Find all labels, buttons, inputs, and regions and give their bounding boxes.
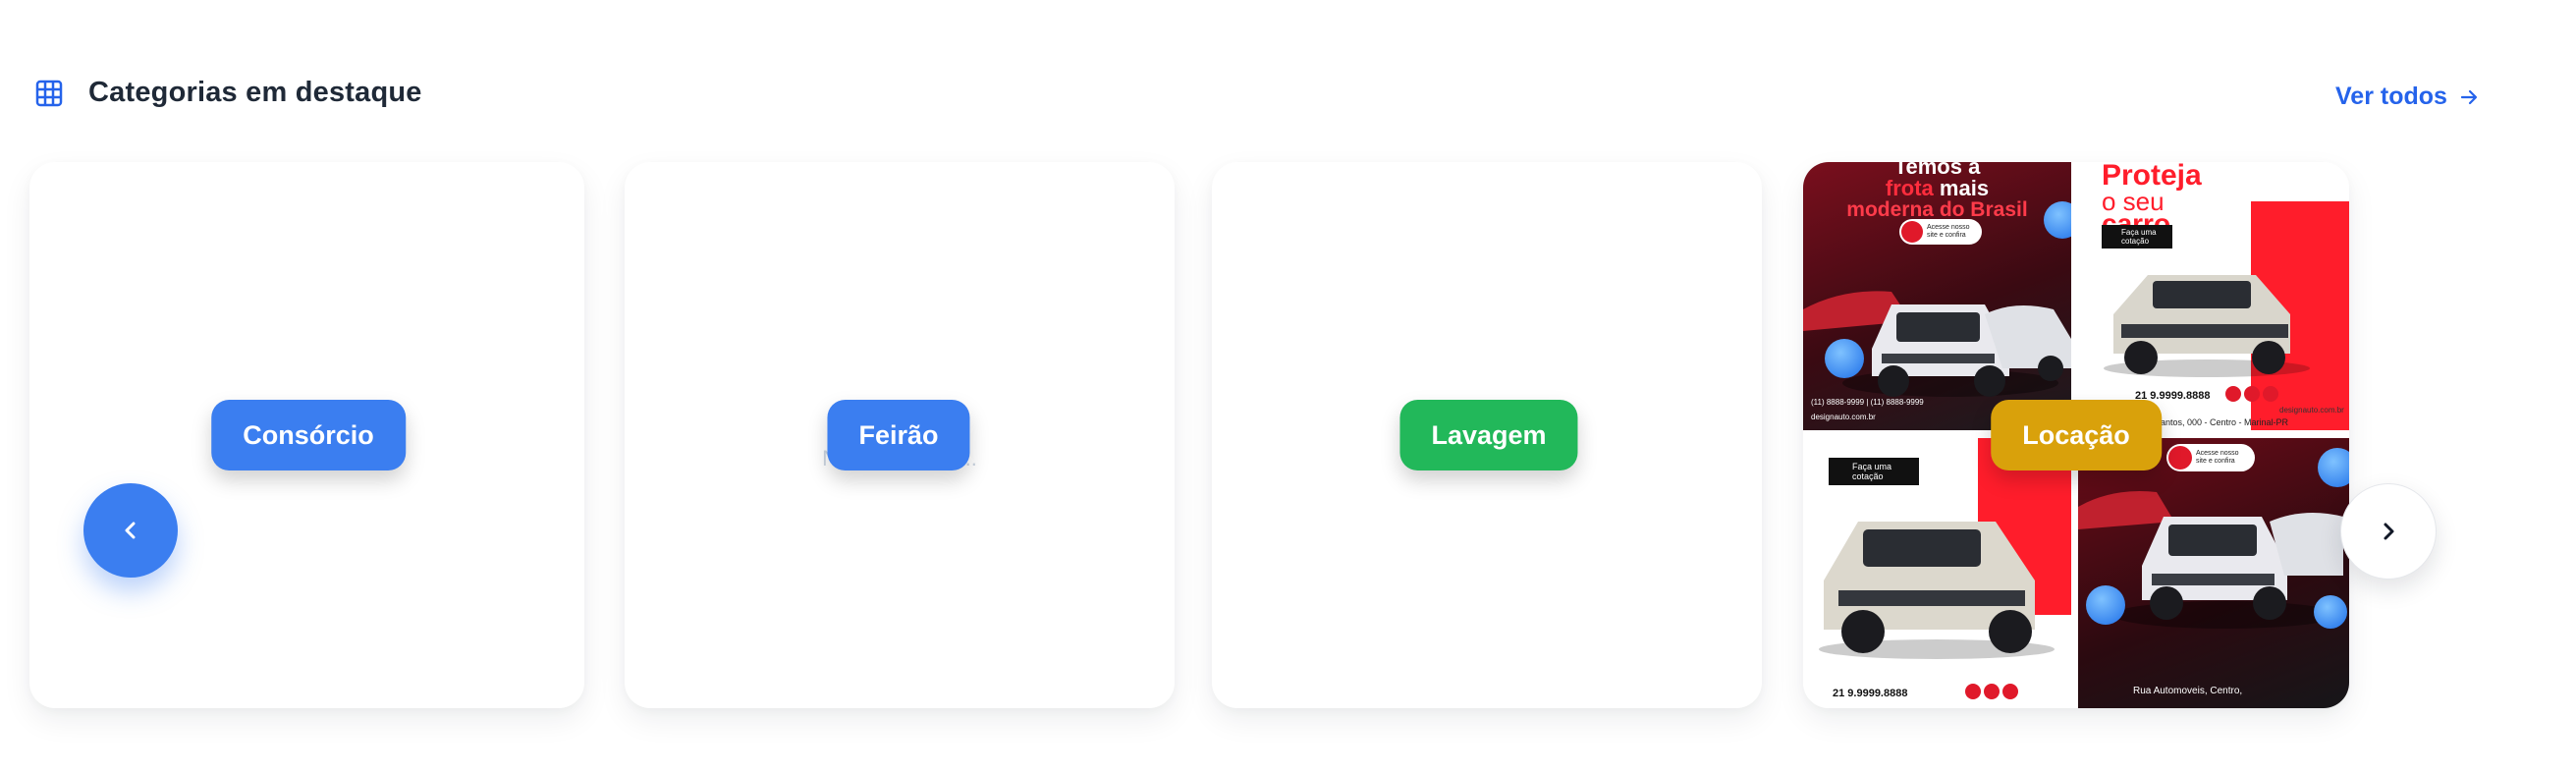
section-title: Categorias em destaque xyxy=(88,77,422,108)
like-icon xyxy=(2044,201,2071,239)
ad-cta-text: Acesse nosso site e confira xyxy=(2196,450,2239,465)
like-icon xyxy=(2314,595,2347,629)
like-icon xyxy=(1825,339,1864,378)
car-illustration xyxy=(1803,291,2071,397)
carousel-prev-button[interactable] xyxy=(83,483,178,578)
ad-text: mais xyxy=(1939,176,1990,200)
ad-text-line: frota mais xyxy=(1803,178,2071,199)
category-badge: Consórcio xyxy=(211,400,406,470)
chevron-right-icon xyxy=(2384,523,2394,540)
ad-tile: Acesse nosso site e confira Rua Automove… xyxy=(2078,438,2349,708)
ad-cta-text: Acesse nosso site e confira xyxy=(1927,224,1970,239)
car-illustration xyxy=(1819,522,2055,659)
see-all-link[interactable]: Ver todos xyxy=(2335,83,2479,111)
ad-tile: Proteja o seu carro Faça uma cotação 21 … xyxy=(2078,162,2349,430)
chevron-right-icon xyxy=(2168,446,2192,470)
category-card-feirao[interactable]: Novas loading... Feirão xyxy=(625,162,1175,708)
section-header: Categorias em destaque xyxy=(35,77,422,109)
ad-cta-pill: Acesse nosso site e confira xyxy=(1899,219,1982,245)
category-badge: Locação xyxy=(1991,400,2162,470)
car-illustration xyxy=(2104,275,2310,377)
youtube-icon xyxy=(2002,684,2018,699)
like-icon xyxy=(2086,585,2125,625)
arrow-right-icon xyxy=(2460,89,2478,104)
chevron-left-icon xyxy=(125,522,136,539)
facebook-icon xyxy=(2244,386,2260,402)
category-badge: Feirão xyxy=(827,400,970,470)
youtube-icon xyxy=(2263,386,2278,402)
instagram-icon xyxy=(1965,684,1981,699)
ad-text-highlight: frota xyxy=(1885,176,1934,200)
ad-cta-pill: Acesse nosso site e confira xyxy=(2166,444,2255,471)
chevron-right-icon xyxy=(1901,221,1923,243)
ad-cta-box: Faça uma cotação xyxy=(1829,458,1919,485)
category-card-consorcio[interactable]: Novas loading... Consórcio xyxy=(29,162,584,708)
instagram-icon xyxy=(2225,386,2241,402)
ad-tile: Faça uma cotação 21 9.9999.8888 xyxy=(1803,438,2071,708)
social-icons xyxy=(2225,386,2278,402)
ad-tile: Temos a frota mais moderna do Brasil Ace… xyxy=(1803,162,2071,430)
grid-icon xyxy=(35,80,63,106)
ad-address: Rua Automoveis, Centro, xyxy=(2133,686,2243,696)
carousel-next-button[interactable] xyxy=(2340,483,2437,580)
category-card-lavagem[interactable]: Novas loading... Lavagem xyxy=(1212,162,1762,708)
ad-site: designauto.com.br xyxy=(2279,406,2344,415)
ad-cta-box: Faça uma cotação xyxy=(2102,225,2172,249)
see-all-label: Ver todos xyxy=(2335,83,2447,110)
category-card-locacao[interactable]: Temos a frota mais moderna do Brasil Ace… xyxy=(1803,162,2349,708)
like-icon xyxy=(2318,448,2349,487)
social-icons xyxy=(1965,684,2018,699)
category-badge: Lavagem xyxy=(1399,400,1578,470)
ad-phone: 21 9.9999.8888 xyxy=(1833,688,1908,699)
ad-text: moderna do Brasil xyxy=(1846,198,2028,221)
ad-phones: (11) 8888-9999 | (11) 8888-9999 xyxy=(1811,398,1924,407)
ad-address: Santos, 000 - Centro - Marinal-PR xyxy=(2155,417,2289,427)
facebook-icon xyxy=(1984,684,2000,699)
ad-site: designauto.com.br xyxy=(1811,413,1876,421)
